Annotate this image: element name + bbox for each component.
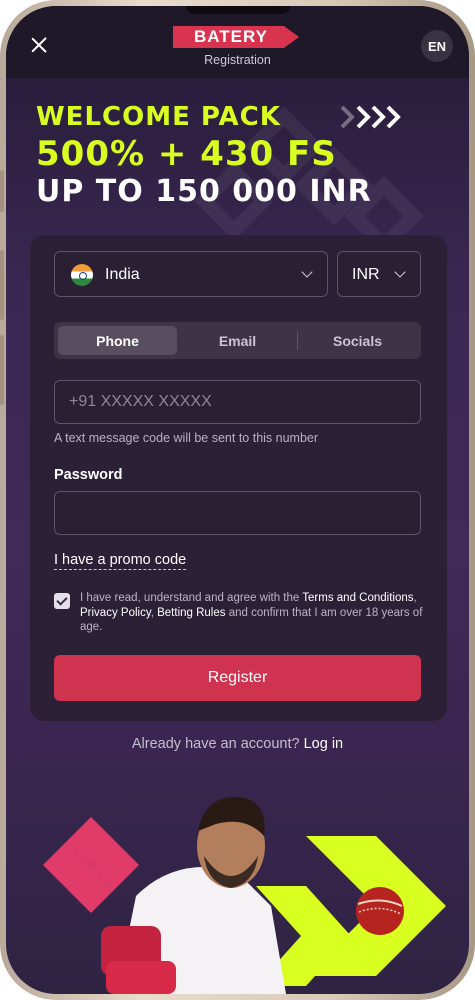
promo-code-link[interactable]: I have a promo code (54, 552, 187, 570)
registration-tabs: Phone Email Socials (54, 322, 421, 359)
chevron-down-icon (301, 266, 313, 278)
terms-text-part: I have read, understand and agree with t… (80, 592, 303, 604)
register-button[interactable]: Register (54, 655, 421, 701)
currency-label: INR (352, 266, 380, 283)
chevron-down-icon (394, 266, 406, 278)
batery-logo: BATERY (173, 26, 299, 48)
country-select[interactable]: India (54, 251, 328, 297)
app-screen: BATERY Registration EN WELCOME PACK 500%… (6, 6, 469, 994)
promo-banner: WELCOME PACK 500% + 430 FS UP TO 150 000… (6, 78, 469, 243)
promo-headline: WELCOME PACK (36, 102, 281, 132)
phone-volume-up (0, 250, 4, 320)
promo-artwork (6, 776, 469, 994)
terms-link[interactable]: Terms and Conditions (302, 592, 413, 604)
cricketer-illustration (42, 796, 446, 994)
phone-side-button (0, 170, 4, 212)
betting-rules-link[interactable]: Betting Rules (157, 607, 225, 619)
app-header: BATERY Registration EN (6, 6, 469, 78)
terms-separator: , (413, 592, 417, 604)
india-flag-icon (71, 264, 93, 286)
promo-bonus: 500% + 430 FS (36, 134, 337, 174)
phone-volume-down (0, 335, 4, 405)
country-label: India (105, 266, 140, 283)
phone-field-wrapper (54, 380, 421, 424)
tab-phone[interactable]: Phone (58, 326, 177, 355)
chevrons-icon (340, 105, 401, 129)
phone-hint: A text message code will be sent to this… (54, 431, 319, 445)
registration-form: India INR Phone Email Socials A text mes… (30, 235, 447, 721)
terms-text: I have read, understand and agree with t… (80, 591, 425, 635)
phone-input[interactable] (55, 381, 420, 423)
promo-max: UP TO 150 000 INR (36, 174, 372, 209)
agree-checkbox[interactable] (54, 593, 70, 609)
password-input[interactable] (55, 492, 420, 534)
password-label: Password (54, 467, 123, 483)
page-title: Registration (204, 53, 271, 67)
login-link[interactable]: Log in (304, 736, 344, 752)
already-text: Already have an account? (131, 736, 300, 752)
currency-select[interactable]: INR (337, 251, 421, 297)
language-button[interactable]: EN (421, 30, 453, 62)
login-prompt: Already have an account? Log in (6, 736, 469, 752)
camera-notch (186, 6, 290, 14)
tab-email[interactable]: Email (178, 326, 297, 355)
password-field-wrapper (54, 491, 421, 535)
tab-socials[interactable]: Socials (298, 326, 417, 355)
privacy-policy-link[interactable]: Privacy Policy (80, 607, 151, 619)
